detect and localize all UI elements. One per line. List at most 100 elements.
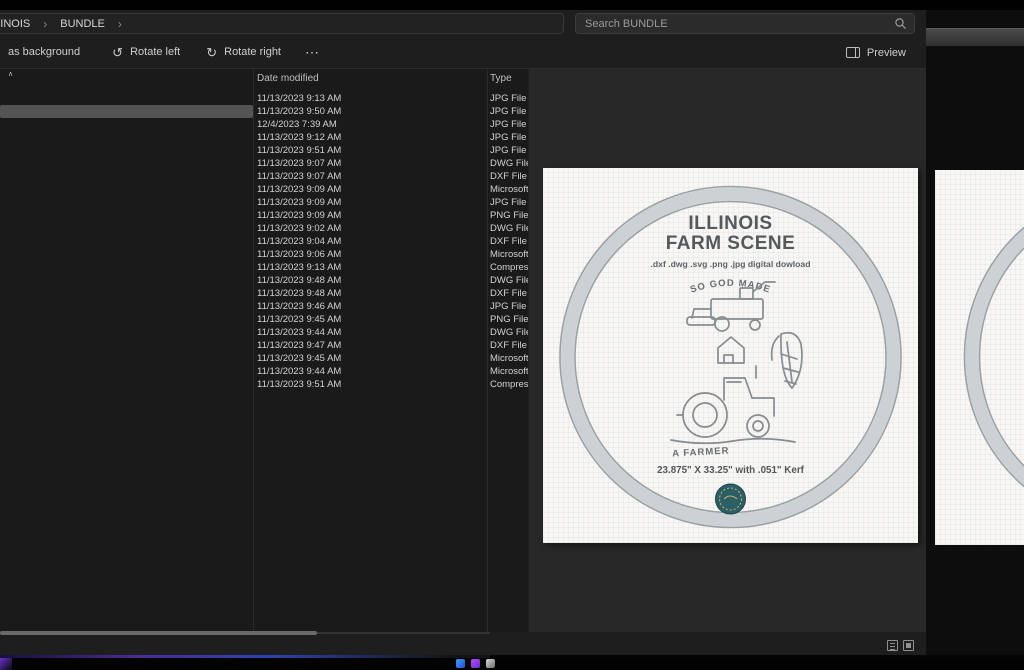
table-row[interactable]: 11/13/2023 9:47 AM DXF File: [0, 339, 528, 352]
row-type: Compresse: [490, 379, 528, 390]
taskbar-app-icon[interactable]: [471, 659, 480, 668]
table-row[interactable]: 11/13/2023 9:51 AM JPG File: [0, 144, 528, 157]
artwork-formats-line: .dxf .dwg .svg .png .jpg digital dowload: [651, 259, 811, 269]
taskbar-app-icon[interactable]: [486, 659, 495, 668]
row-type: Microsoft E: [490, 249, 528, 260]
breadcrumb-item-illinois[interactable]: ILLINOIS: [0, 16, 34, 32]
rotate-right-label: Rotate right: [224, 46, 281, 58]
background-window: [926, 10, 1024, 655]
table-row[interactable]: 11/13/2023 9:45 AM PNG File: [0, 313, 528, 326]
rotate-right-icon: ↻: [206, 46, 217, 59]
sort-ascending-icon: ∧: [8, 70, 13, 78]
row-date: 11/13/2023 9:50 AM: [257, 106, 341, 117]
row-date: 11/13/2023 9:48 AM: [257, 288, 341, 299]
row-date: 11/13/2023 9:07 AM: [257, 158, 341, 169]
row-type: JPG File: [490, 197, 526, 208]
row-type: JPG File: [490, 145, 526, 156]
row-type: JPG File: [490, 119, 526, 130]
row-type: JPG File: [490, 106, 526, 117]
row-type: DXF File: [490, 171, 527, 182]
row-date: 11/13/2023 9:12 AM: [257, 132, 341, 143]
more-options-button[interactable]: ⋯: [295, 40, 329, 65]
preview-image: ILLINOIS FARM SCENE .dxf .dwg .svg .png …: [543, 168, 918, 543]
row-type: DWG File: [490, 223, 528, 234]
row-type: DXF File: [490, 288, 527, 299]
row-date: 11/13/2023 9:44 AM: [257, 327, 341, 338]
search-icon[interactable]: [894, 17, 907, 30]
row-date: 11/13/2023 9:04 AM: [257, 236, 341, 247]
table-row[interactable]: 11/13/2023 9:45 AM Microsoft E: [0, 352, 528, 365]
rotate-left-button[interactable]: ↺ Rotate left: [104, 41, 188, 64]
table-row[interactable]: 11/13/2023 9:48 AM DWG File: [0, 274, 528, 287]
table-row[interactable]: 11/13/2023 9:12 AM JPG File: [0, 131, 528, 144]
column-header-type[interactable]: Type: [490, 73, 512, 84]
background-window-toolbar: [926, 28, 1024, 46]
row-type: Microsoft E: [490, 184, 528, 195]
row-type: Microsoft E: [490, 353, 528, 364]
row-date: 11/13/2023 9:51 AM: [257, 379, 341, 390]
thumbnail-view-icon[interactable]: [903, 640, 914, 651]
row-date: 11/13/2023 9:09 AM: [257, 210, 341, 221]
farm-illustration: [671, 282, 802, 443]
file-rows: 11/13/2023 9:13 AM JPG File 11/13/2023 9…: [0, 92, 528, 391]
taskbar-app-icon[interactable]: [456, 659, 465, 668]
taskbar-corner-accent: [0, 658, 12, 670]
table-row[interactable]: 12/4/2023 7:39 AM JPG File: [0, 118, 528, 131]
row-date: 11/13/2023 9:48 AM: [257, 275, 341, 286]
breadcrumb-item-bundle[interactable]: BUNDLE: [56, 16, 109, 32]
file-list: ∧ Date modified Type 11/13/2023 9:13 AM …: [0, 69, 528, 632]
row-date: 11/13/2023 9:02 AM: [257, 223, 341, 234]
details-view-icon[interactable]: [887, 640, 898, 651]
preview-pane-icon: [846, 47, 860, 58]
table-row[interactable]: 11/13/2023 9:07 AM DWG File: [0, 157, 528, 170]
table-row[interactable]: 11/13/2023 9:07 AM DXF File: [0, 170, 528, 183]
artwork-title-line2: FARM SCENE: [666, 233, 796, 254]
row-type: JPG File: [490, 132, 526, 143]
table-row[interactable]: 11/13/2023 9:06 AM Microsoft E: [0, 248, 528, 261]
search-input[interactable]: [575, 13, 915, 34]
row-type: Compresse: [490, 262, 528, 273]
rotate-right-button[interactable]: ↻ Rotate right: [198, 41, 289, 64]
row-type: DWG File: [490, 327, 528, 338]
row-type: JPG File: [490, 93, 526, 104]
set-as-background-button[interactable]: as background: [0, 41, 88, 63]
table-row[interactable]: 11/13/2023 9:09 AM PNG File: [0, 209, 528, 222]
row-date: 11/13/2023 9:45 AM: [257, 353, 341, 364]
table-row[interactable]: 11/13/2023 9:44 AM DWG File: [0, 326, 528, 339]
row-date: 11/13/2023 9:09 AM: [257, 197, 341, 208]
table-row[interactable]: 11/13/2023 9:02 AM DWG File: [0, 222, 528, 235]
chevron-right-icon: ›: [118, 18, 122, 30]
table-row[interactable]: 11/13/2023 9:09 AM JPG File: [0, 196, 528, 209]
taskbar: [0, 658, 1024, 670]
row-date: 11/13/2023 9:44 AM: [257, 366, 341, 377]
row-date: 11/13/2023 9:47 AM: [257, 340, 341, 351]
preview-toggle-button[interactable]: Preview: [838, 42, 914, 64]
row-type: PNG File: [490, 210, 528, 221]
column-headers: ∧ Date modified Type: [0, 69, 528, 91]
preview-label: Preview: [867, 47, 906, 59]
row-date: 11/13/2023 9:51 AM: [257, 145, 341, 156]
rotate-left-label: Rotate left: [130, 46, 180, 58]
table-row[interactable]: 11/13/2023 9:44 AM Microsoft E: [0, 365, 528, 378]
row-type: DXF File: [490, 236, 527, 247]
background-preview-image: [935, 170, 1024, 545]
table-row[interactable]: 11/13/2023 9:09 AM Microsoft E: [0, 183, 528, 196]
screen-top-strip: [0, 0, 1024, 10]
status-bar: [0, 635, 926, 655]
preview-pane: ILLINOIS FARM SCENE .dxf .dwg .svg .png …: [529, 69, 926, 632]
breadcrumb[interactable]: ILLINOIS › BUNDLE ›: [0, 13, 564, 34]
table-row[interactable]: 11/13/2023 9:46 AM JPG File: [0, 300, 528, 313]
column-header-date-modified[interactable]: Date modified: [257, 73, 319, 84]
table-row[interactable]: 11/13/2023 9:50 AM JPG File: [0, 105, 528, 118]
table-row[interactable]: 11/13/2023 9:48 AM DXF File: [0, 287, 528, 300]
row-date: 11/13/2023 9:46 AM: [257, 301, 341, 312]
table-row[interactable]: 11/13/2023 9:13 AM Compresse: [0, 261, 528, 274]
row-date: 11/13/2023 9:09 AM: [257, 184, 341, 195]
row-date: 11/13/2023 9:13 AM: [257, 262, 341, 273]
table-row[interactable]: 11/13/2023 9:04 AM DXF File: [0, 235, 528, 248]
table-row[interactable]: 11/13/2023 9:51 AM Compresse: [0, 378, 528, 391]
row-type: DXF File: [490, 340, 527, 351]
table-row[interactable]: 11/13/2023 9:13 AM JPG File: [0, 92, 528, 105]
row-type: Microsoft E: [490, 366, 528, 377]
chevron-right-icon: ›: [43, 18, 47, 30]
